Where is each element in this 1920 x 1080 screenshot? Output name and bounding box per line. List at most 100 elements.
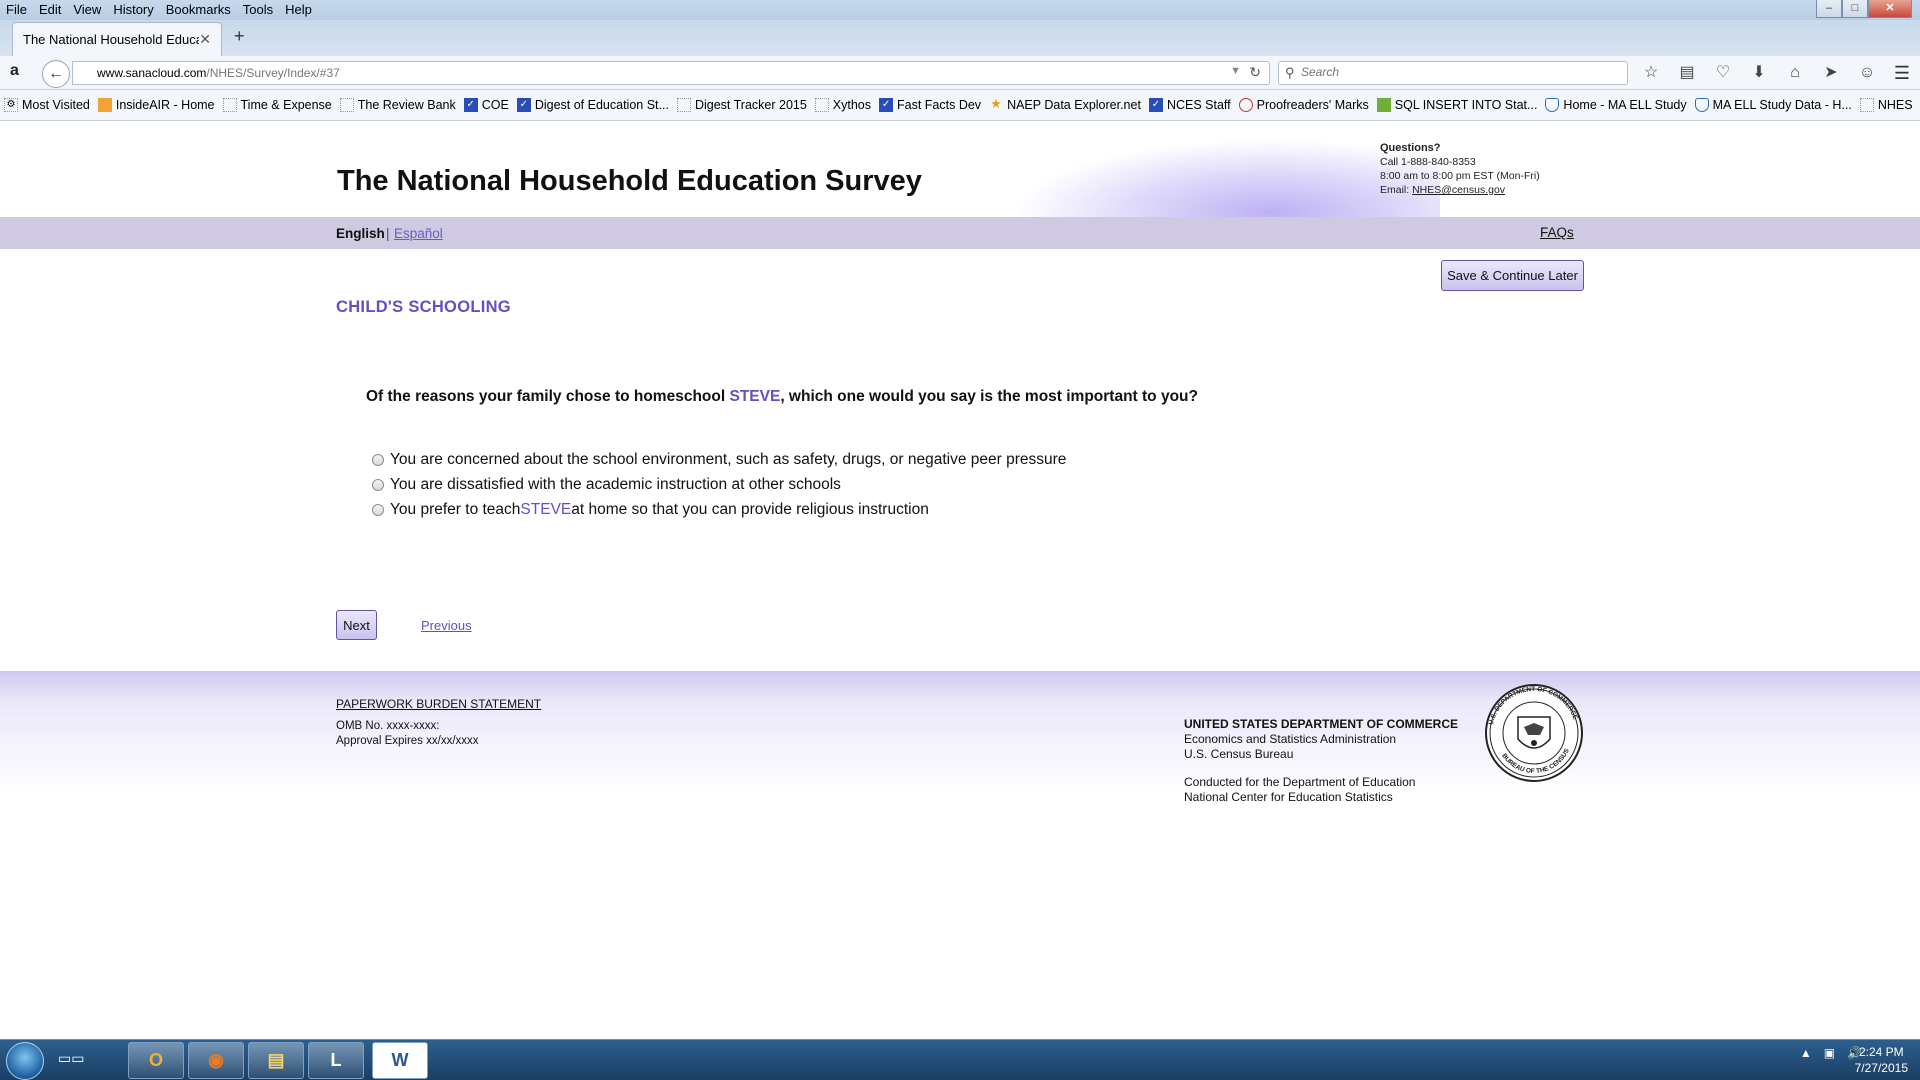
- system-clock[interactable]: 2:24 PM 7/27/2015: [1855, 1044, 1908, 1076]
- menu-help[interactable]: Help: [279, 0, 318, 20]
- pocket-icon[interactable]: ♡: [1712, 62, 1734, 84]
- radio-button[interactable]: [372, 453, 384, 466]
- minimize-icon[interactable]: –: [1816, 0, 1842, 18]
- close-icon[interactable]: ✕: [1868, 0, 1912, 18]
- language-english[interactable]: English: [336, 226, 385, 241]
- bookmark-star-icon[interactable]: ☆: [1640, 62, 1662, 84]
- menu-bar: File Edit View History Bookmarks Tools H…: [0, 0, 318, 20]
- paperwork-burden-link[interactable]: PAPERWORK BURDEN STATEMENT: [336, 697, 541, 711]
- amazon-icon[interactable]: a: [10, 62, 19, 80]
- tab-strip: The National Household Educa... ✕ +: [0, 20, 1920, 56]
- questions-hours: 8:00 am to 8:00 pm EST (Mon-Fri): [1380, 170, 1540, 182]
- question-suffix: , which one would you say is the most im…: [780, 388, 1198, 405]
- answer-option-academic[interactable]: You are dissatisfied with the academic i…: [372, 472, 1066, 497]
- navigation-bar: a ← www.sanacloud.com/NHES/Survey/Index/…: [0, 56, 1920, 90]
- reading-list-icon[interactable]: ▤: [1676, 62, 1698, 84]
- bookmark-naep[interactable]: ★ NAEP Data Explorer.net: [989, 96, 1141, 112]
- answer-option-environment[interactable]: You are concerned about the school envir…: [372, 447, 1066, 472]
- firefox-icon[interactable]: ◉: [188, 1042, 244, 1079]
- url-bar[interactable]: www.sanacloud.com/NHES/Survey/Index/#37 …: [72, 61, 1270, 85]
- menu-icon[interactable]: ☰: [1894, 63, 1910, 84]
- windows-taskbar: ▭▭ O ◉ ▤ L W ▲ ▣ 🔊 2:24 PM 7/27/2015: [0, 1039, 1920, 1080]
- back-icon[interactable]: ←: [42, 60, 70, 88]
- email-link[interactable]: NHES@census.gov: [1412, 184, 1505, 196]
- save-continue-later-button[interactable]: Save & Continue Later: [1441, 260, 1584, 291]
- page-icon: [676, 98, 691, 112]
- bookmark-digest[interactable]: ✓ Digest of Education St...: [516, 98, 669, 112]
- option-label: You are dissatisfied with the academic i…: [390, 475, 841, 493]
- bookmark-most-visited[interactable]: ⚙ Most Visited: [4, 98, 90, 112]
- next-button[interactable]: Next: [336, 610, 377, 640]
- department-info: UNITED STATES DEPARTMENT OF COMMERCE Eco…: [1184, 717, 1458, 762]
- maximize-icon[interactable]: □: [1842, 0, 1868, 18]
- language-espanol-link[interactable]: Español: [394, 226, 443, 241]
- search-bar[interactable]: ⚲: [1278, 61, 1628, 85]
- url-text: www.sanacloud.com/NHES/Survey/Index/#37: [97, 66, 340, 80]
- bookmark-xythos[interactable]: Xythos: [814, 98, 871, 112]
- download-icon[interactable]: ⬇: [1748, 62, 1770, 84]
- language-bar: English | Español FAQs: [0, 217, 1920, 249]
- outlook-icon[interactable]: O: [128, 1042, 184, 1079]
- menu-view[interactable]: View: [67, 0, 107, 20]
- radio-button[interactable]: [372, 503, 384, 516]
- bookmark-review-bank[interactable]: The Review Bank: [339, 98, 456, 112]
- dept-administration: Economics and Statistics Administration: [1184, 732, 1397, 746]
- start-button[interactable]: [6, 1042, 44, 1080]
- browser-chrome: File Edit View History Bookmarks Tools H…: [0, 0, 1920, 121]
- faqs-link[interactable]: FAQs: [1540, 225, 1574, 240]
- questions-email-label: Email:: [1380, 184, 1413, 196]
- tray-chevron-up-icon[interactable]: ▲: [1800, 1046, 1812, 1060]
- site-title: The National Household Education Survey: [337, 165, 922, 197]
- nces-icon: ✓: [516, 98, 531, 112]
- bookmark-ma-ell-home[interactable]: Home - MA ELL Study: [1545, 98, 1687, 112]
- radio-button[interactable]: [372, 478, 384, 491]
- site-header: The National Household Education Survey …: [0, 121, 1920, 217]
- bookmarks-toolbar: ⚙ Most Visited InsideAIR - Home Time & Ex…: [0, 90, 1920, 121]
- shield-icon: [1694, 98, 1709, 112]
- answer-options: You are concerned about the school envir…: [372, 447, 1066, 522]
- reload-icon[interactable]: ↻: [1249, 64, 1261, 81]
- menu-tools[interactable]: Tools: [237, 0, 279, 20]
- bookmark-nces-staff[interactable]: ✓ NCES Staff: [1148, 98, 1231, 112]
- network-icon[interactable]: ▣: [1824, 1046, 1835, 1060]
- language-separator: |: [386, 226, 390, 241]
- explorer-icon[interactable]: ▤: [248, 1042, 304, 1079]
- word-icon[interactable]: W: [372, 1042, 428, 1079]
- menu-edit[interactable]: Edit: [33, 0, 67, 20]
- send-icon[interactable]: ➤: [1820, 62, 1842, 84]
- tab-nhes[interactable]: The National Household Educa... ✕: [12, 22, 222, 56]
- previous-link[interactable]: Previous: [421, 618, 472, 633]
- bookmark-coe[interactable]: ✓ COE: [463, 98, 509, 112]
- search-input[interactable]: [1301, 65, 1621, 79]
- bookmark-fast-facts[interactable]: ✓ Fast Facts Dev: [879, 98, 981, 112]
- bookmark-insideair[interactable]: InsideAIR - Home: [97, 98, 215, 112]
- home-icon[interactable]: ⌂: [1784, 62, 1806, 84]
- omb-info: OMB No. xxxx-xxxx: Approval Expires xx/x…: [336, 719, 479, 749]
- question-prefix: Of the reasons your family chose to home…: [366, 388, 730, 405]
- question-text: Of the reasons your family chose to home…: [366, 388, 1198, 406]
- questions-phone: Call 1-888-840-8353: [1380, 156, 1476, 168]
- menu-bookmarks[interactable]: Bookmarks: [160, 0, 237, 20]
- contact-info: Questions? Call 1-888-840-8353 8:00 am t…: [1380, 141, 1540, 197]
- chat-icon[interactable]: ☺: [1856, 62, 1878, 84]
- tab-close-icon[interactable]: ✕: [199, 31, 211, 48]
- star-icon: ★: [990, 96, 1002, 111]
- lync-icon[interactable]: L: [308, 1042, 364, 1079]
- menu-file[interactable]: File: [0, 0, 33, 20]
- site-footer: PAPERWORK BURDEN STATEMENT OMB No. xxxx-…: [0, 671, 1920, 1039]
- bookmark-time-expense[interactable]: Time & Expense: [222, 98, 332, 112]
- dept-name: UNITED STATES DEPARTMENT OF COMMERCE: [1184, 717, 1458, 731]
- bookmark-ma-ell-data[interactable]: MA ELL Study Data - H...: [1694, 98, 1852, 112]
- show-desktop-icon[interactable]: ▭▭: [58, 1050, 84, 1067]
- new-tab-icon[interactable]: +: [234, 26, 245, 47]
- clock-time: 2:24 PM: [1858, 1045, 1904, 1059]
- answer-option-religious[interactable]: You prefer to teach STEVE at home so tha…: [372, 497, 1066, 522]
- option-label: You are concerned about the school envir…: [390, 450, 1067, 468]
- bookmark-nhes[interactable]: NHES: [1859, 98, 1913, 112]
- page-icon: [222, 98, 237, 112]
- bookmark-digest-tracker[interactable]: Digest Tracker 2015: [676, 98, 807, 112]
- bookmark-sql[interactable]: SQL INSERT INTO Stat...: [1376, 98, 1537, 112]
- chevron-down-icon[interactable]: ▼: [1230, 65, 1241, 77]
- menu-history[interactable]: History: [107, 0, 159, 20]
- bookmark-proofreaders[interactable]: Proofreaders' Marks: [1238, 98, 1369, 112]
